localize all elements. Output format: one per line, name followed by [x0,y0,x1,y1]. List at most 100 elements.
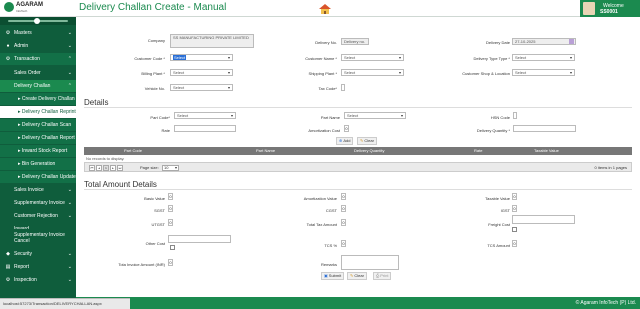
cgst-label: CGST [325,208,337,213]
delivery-no-label: Delivery No. [315,40,337,45]
sidebar-item-transaction[interactable]: ⚙ Transaction ⌃ [0,53,76,65]
customer-shop-select[interactable]: Select [512,69,575,76]
sgst-field: 0 [168,205,173,212]
add-button[interactable]: ⊕ Add [336,137,354,145]
column-header[interactable]: Delivery Quantity [354,148,384,153]
sidebar-item-customer-rejection[interactable]: Customer Rejection ⌄ [0,210,76,222]
column-header[interactable]: Part Code [124,148,142,153]
delivery-quantity-label: Delivery Quantity * [476,128,510,133]
sidebar-item-create-delivery-challan[interactable]: ▸ Create Delivery Challan [0,93,76,105]
page-size-select[interactable]: 10 ▾ [162,165,179,171]
freight-cost-field[interactable] [512,215,575,224]
page-title: Delivery Challan Create - Manual [79,2,227,13]
sidebar-item-delivery-challan-report[interactable]: ▸ Delivery Challan Report [0,132,76,144]
details-title: Details [84,98,109,107]
utgst-label: UTGST [151,222,165,227]
home-icon[interactable] [318,3,332,15]
sidebar: AGARAM InfoTech ⚙ Masters ⌄ ● Admin ⌄ ⚙ Trans… [0,0,76,309]
last-page-icon[interactable]: ⏭ [117,165,123,171]
shipping-plant-select[interactable]: Select [341,69,404,76]
total-tax-label: Total Tax Amount [306,222,337,227]
billing-plant-select[interactable]: Select [170,69,233,76]
eraser-icon: ✎ [360,138,364,143]
chevron-down-icon: ⌄ [67,30,72,36]
sidebar-item-report[interactable]: ▤ Report ⌄ [0,261,76,273]
customer-code-select[interactable]: Select [170,54,233,61]
column-header[interactable]: Rate [474,148,482,153]
vehicle-no-label: Vehicle No. [144,86,165,91]
avatar [583,2,595,15]
delivery-type-select[interactable]: Select [512,54,575,61]
column-header[interactable]: Part Name [256,148,275,153]
clear-button[interactable]: ✎ Clear [357,137,377,145]
sidebar-item-delivery-challan[interactable]: Delivery Challan ⌃ [0,80,76,92]
app-logo[interactable]: AGARAM InfoTech [0,0,76,17]
column-header[interactable]: Taxable Value [534,148,559,153]
other-cost-field[interactable] [168,235,231,243]
hsn-code-label: HSN Code [490,115,510,120]
customer-shop-label: Customer Shop & Location [462,71,510,76]
other-cost-checkbox[interactable] [170,245,175,250]
chevron-up-icon: ⌃ [67,83,72,89]
sidebar-toggle[interactable] [0,17,76,25]
no-records-text: No records to display. [86,156,125,161]
prev-page-icon[interactable]: ◂ [96,165,102,171]
sgst-label: SGST [154,208,165,213]
user-box[interactable]: Welcome SS0001 [580,0,640,17]
sidebar-item-delivery-challan-update[interactable]: ▸ Delivery Challan Update [0,171,76,183]
chevron-down-icon: ⌄ [67,200,72,206]
igst-field: 0 [512,205,517,212]
sidebar-item-sales-order[interactable]: Sales Order ⌄ [0,67,76,79]
sidebar-item-supplementary-invoice[interactable]: Supplementary Invoice ⌄ [0,197,76,209]
delivery-quantity-field[interactable] [513,125,576,132]
sidebar-item-admin[interactable]: ● Admin ⌄ [0,40,76,52]
remarks-field[interactable] [341,255,399,270]
hsn-code-field[interactable] [513,112,517,119]
company-field[interactable]: SS MANUFACTURING PRIVATE LIMITED [170,34,254,48]
sidebar-item-supplementary-invoice-cancel[interactable]: Supplementary Invoice Cancel [0,229,76,246]
print-icon: ⎙ [376,273,380,278]
tax-code-field[interactable] [341,84,345,91]
submit-button[interactable]: ▣ Submit [321,272,345,280]
page-number[interactable]: 1 [103,165,109,171]
gear-icon: ⚙ [5,277,11,283]
chevron-down-icon: ⌄ [67,70,72,76]
tcs-amount-field: 0 [512,240,517,247]
eraser-icon: ✎ [350,273,354,278]
basic-value-field: 0 [168,193,173,200]
company-label: Company [147,38,165,43]
cgst-field: 0 [341,205,346,212]
gear-icon: ⚙ [5,30,11,36]
clear-totals-button[interactable]: ✎ Clear [347,272,367,280]
sidebar-item-bin-generation[interactable]: ▸ Bin Generation [0,158,76,170]
print-button[interactable]: ⎙ Print [373,272,392,280]
divider [84,189,632,190]
amortization-cost-field[interactable]: 0 [344,125,349,132]
delivery-date-field[interactable]: 27-10-2025 [512,38,576,45]
chevron-down-icon: ⌄ [67,264,72,270]
tcs-amount-label: TCS Amount [487,243,510,248]
tcs-pct-field: 0 [341,240,346,247]
vehicle-no-select[interactable]: Select [170,84,233,91]
delivery-no-field[interactable]: Delivery no. [341,38,369,45]
part-code-select[interactable]: Select [174,112,236,119]
freight-cost-checkbox[interactable] [512,227,517,232]
total-tax-field: 0 [341,219,346,226]
sidebar-item-security[interactable]: ◆ Security ⌄ [0,248,76,260]
sidebar-item-masters[interactable]: ⚙ Masters ⌄ [0,27,76,39]
sidebar-item-delivery-challan-reprint[interactable]: ▸ Delivery Challan Reprint [0,106,76,118]
customer-name-select[interactable]: Select [341,54,404,61]
calendar-icon[interactable] [569,39,574,44]
basic-value-label: Basic Value [144,196,165,201]
part-name-select[interactable]: Select [344,112,406,119]
sidebar-item-inspection[interactable]: ⚙ Inspection ⌄ [0,274,76,286]
first-page-icon[interactable]: ⏮ [89,165,95,171]
sidebar-item-delivery-challan-scan[interactable]: ▸ Delivery Challan Scan [0,119,76,131]
gear-icon: ⚙ [5,56,11,62]
page-size-label: Page size: [140,165,159,170]
rate-field[interactable] [174,125,236,132]
sidebar-item-sales-invoice[interactable]: Sales Invoice ⌄ [0,184,76,196]
sidebar-item-inward-stock-report[interactable]: ▸ Inward Stock Report [0,145,76,157]
next-page-icon[interactable]: ▸ [110,165,116,171]
plus-icon: ⊕ [339,138,343,143]
